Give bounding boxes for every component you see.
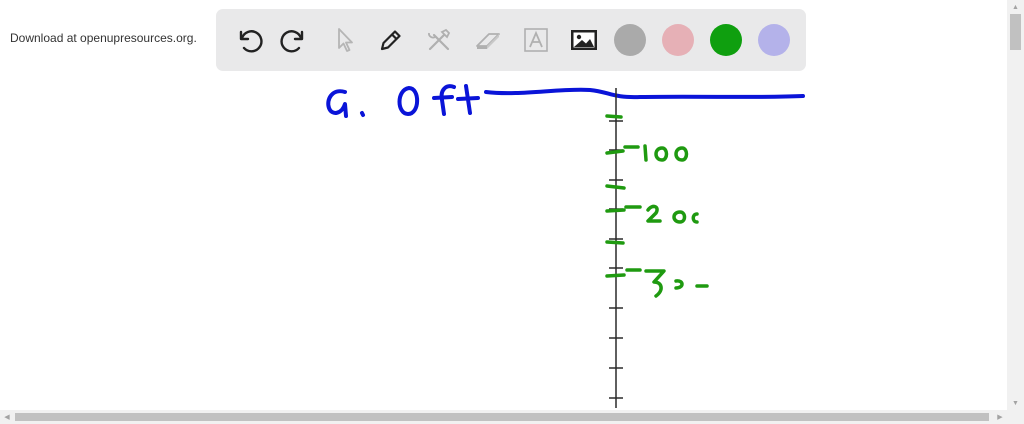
scroll-down-arrow-icon[interactable]: ▼: [1007, 396, 1024, 410]
green-handwriting: [605, 114, 709, 298]
scroll-left-arrow-icon[interactable]: ◀: [0, 410, 14, 424]
vertical-scrollbar[interactable]: ▲ ▼: [1007, 0, 1024, 424]
scroll-right-arrow-icon[interactable]: ▶: [993, 410, 1007, 424]
scroll-up-arrow-icon[interactable]: ▲: [1007, 0, 1024, 14]
drawing-canvas[interactable]: [0, 0, 1007, 410]
blue-handwriting: [326, 84, 805, 118]
horizontal-scroll-thumb[interactable]: [15, 413, 989, 421]
horizontal-scrollbar[interactable]: ◀ ▶: [0, 410, 1007, 424]
number-line: [609, 88, 623, 408]
vertical-scroll-thumb[interactable]: [1010, 14, 1021, 50]
